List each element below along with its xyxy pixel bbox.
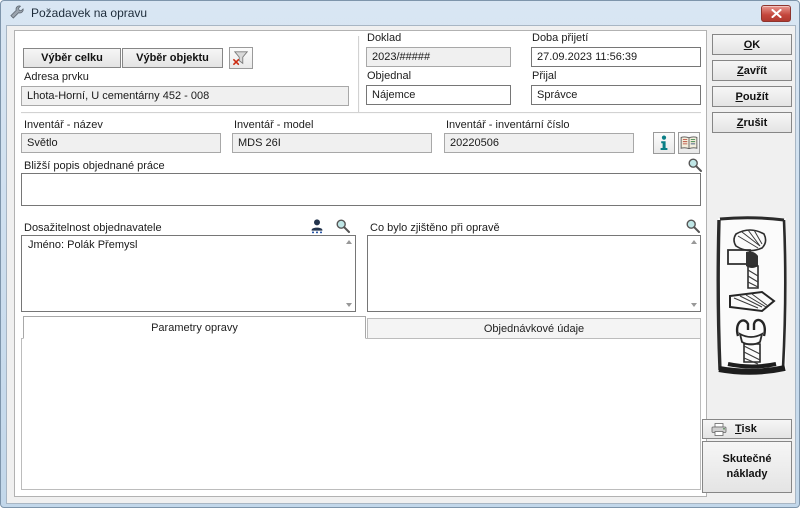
inventar-cislo-label: Inventář - inventární číslo — [446, 119, 570, 131]
doklad-label: Doklad — [367, 32, 401, 44]
tab-page-parametry — [21, 338, 701, 490]
dosazitelnost-textarea[interactable]: Jméno: Polák Přemysl — [21, 235, 356, 312]
tisk-label: Tisk — [735, 423, 757, 435]
info-icon — [658, 135, 670, 151]
inventar-model-field: MDS 26I — [232, 133, 432, 153]
tab-parametry-opravy[interactable]: Parametry opravy — [23, 316, 366, 339]
sketch-image — [712, 212, 792, 380]
ok-button[interactable]: OK — [712, 34, 792, 55]
adresa-label: Adresa prvku — [24, 71, 89, 83]
scroll-up-icon[interactable] — [691, 240, 697, 244]
popis-label: Bližší popis objednané práce — [24, 160, 165, 172]
doklad-field: 2023/##### — [366, 47, 511, 67]
objednal-field[interactable]: Nájemce — [366, 85, 511, 105]
zrusit-button[interactable]: Zrušit — [712, 112, 792, 133]
app-window: Požadavek na opravu Výběr celku Výběr ob… — [0, 0, 800, 508]
prijal-field[interactable]: Správce — [531, 85, 701, 105]
prijal-label: Přijal — [532, 70, 556, 82]
dosazitelnost-text: Jméno: Polák Přemysl — [28, 239, 137, 251]
inventar-nazev-field: Světlo — [21, 133, 221, 153]
wrench-icon — [9, 4, 24, 22]
vyber-objektu-button[interactable]: Výběr objektu — [122, 48, 223, 68]
printer-icon — [711, 423, 727, 436]
close-icon — [771, 9, 782, 18]
zavrit-button[interactable]: Zavřít — [712, 60, 792, 81]
filter-icon — [232, 50, 250, 66]
inventar-cislo-field: 20220506 — [444, 133, 634, 153]
scroll-down-icon[interactable] — [691, 303, 697, 307]
inventar-catalog-button[interactable] — [678, 132, 700, 154]
close-button[interactable] — [761, 5, 791, 22]
adresa-field[interactable]: Lhota-Horní, U cementárny 452 - 008 — [21, 86, 349, 106]
inventar-nazev-label: Inventář - název — [24, 119, 103, 131]
dosazitelnost-label: Dosažitelnost objednavatele — [24, 222, 162, 234]
window-title: Požadavek na opravu — [31, 6, 147, 20]
divider-horizontal — [21, 112, 701, 114]
book-icon — [680, 136, 698, 150]
inventar-info-button[interactable] — [653, 132, 675, 154]
zjisteno-label: Co bylo zjištěno při opravě — [370, 222, 500, 234]
tisk-button[interactable]: Tisk — [702, 419, 792, 439]
clear-filter-button[interactable] — [229, 47, 253, 69]
scroll-down-icon[interactable] — [346, 303, 352, 307]
title-bar: Požadavek na opravu — [1, 1, 799, 25]
skutecne-naklady-button[interactable]: Skutečné náklady — [702, 441, 792, 493]
vyber-celku-button[interactable]: Výběr celku — [23, 48, 121, 68]
pouzit-button[interactable]: Použít — [712, 86, 792, 107]
zjisteno-textarea[interactable] — [367, 235, 701, 312]
popis-textarea[interactable] — [21, 173, 701, 206]
doba-prijeti-field[interactable]: 27.09.2023 11:56:39 — [531, 47, 701, 67]
doba-prijeti-label: Doba přijetí — [532, 32, 588, 44]
inventar-model-label: Inventář - model — [234, 119, 313, 131]
scroll-up-icon[interactable] — [346, 240, 352, 244]
divider-vertical — [358, 36, 360, 112]
tab-objednavkove-udaje[interactable]: Objednávkové údaje — [367, 318, 701, 339]
objednal-label: Objednal — [367, 70, 411, 82]
